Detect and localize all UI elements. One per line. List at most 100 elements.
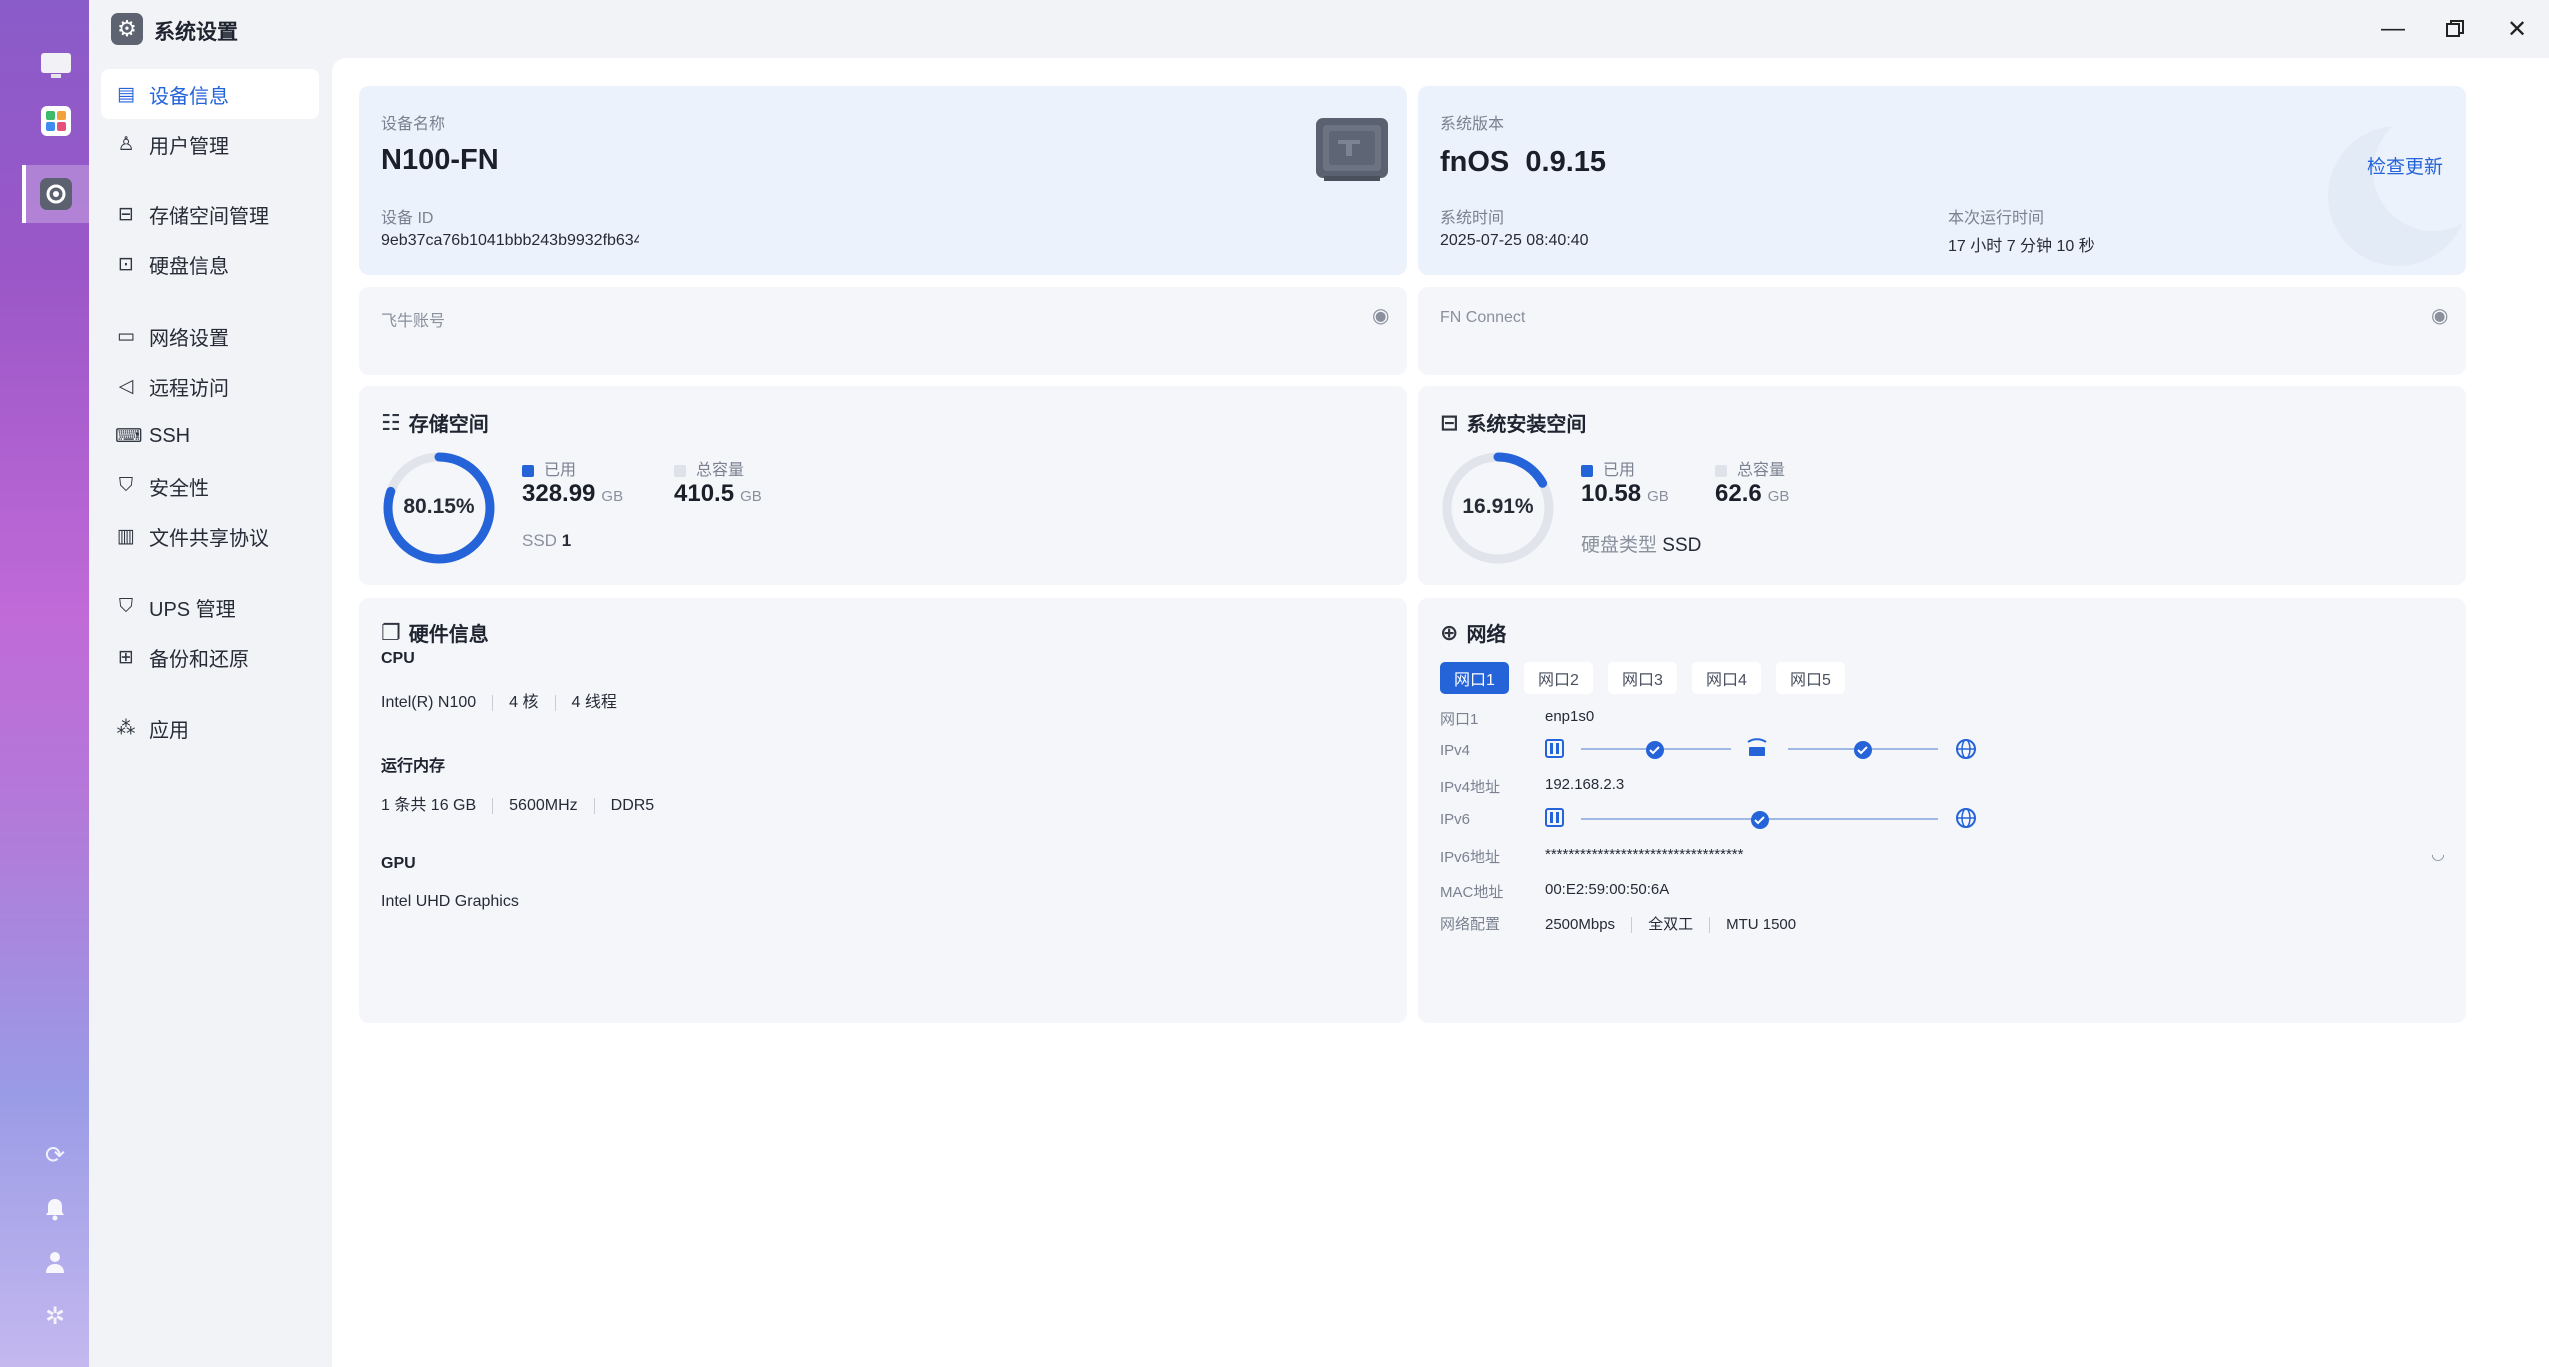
fn-connect-label: FN Connect	[1440, 309, 1526, 326]
sidebar-item-ups[interactable]: ⛉ UPS 管理	[101, 582, 319, 632]
monitor-app-icon[interactable]	[30, 40, 82, 92]
storage-title: ☷ 存储空间	[381, 408, 489, 437]
sidebar-item-storage[interactable]: ⊟ 存储空间管理	[101, 189, 319, 239]
send-icon: ◁	[118, 375, 134, 397]
storage-total: 410.5 GB	[674, 480, 762, 507]
ipv4-connection-diagram	[1545, 738, 1976, 759]
port-tabs: 网口1 网口2 网口3 网口4 网口5	[1440, 662, 1860, 694]
tab-port-3[interactable]: 网口3	[1608, 662, 1677, 694]
terminal-icon: ⌨	[115, 425, 143, 447]
close-button[interactable]: ✕	[2497, 12, 2537, 46]
port-label: 网口1	[1440, 711, 1479, 728]
storage-title-text: 存储空间	[408, 414, 489, 436]
ipv6-label: IPv6	[1440, 811, 1471, 828]
sidebar-item-file-sharing[interactable]: ▥ 文件共享协议	[101, 511, 319, 561]
tab-port-2[interactable]: 网口2	[1524, 662, 1593, 694]
sidebar-item-security[interactable]: ⛉ 安全性	[101, 461, 319, 511]
tab-port-5[interactable]: 网口5	[1776, 662, 1845, 694]
apps-grid-icon: ⁂	[116, 717, 136, 739]
sidebar-item-label: 设备信息	[149, 85, 229, 108]
app-center-icon[interactable]	[30, 95, 82, 147]
title-bar: ⚙ 系统设置 — ✕	[89, 0, 2549, 58]
sidebar-item-device-info[interactable]: ▤ 设备信息	[101, 69, 319, 119]
sidebar: ▤ 设备信息 ♙ 用户管理 ⊟ 存储空间管理 ⊡ 硬盘信息 ▭ 网络设置 ◁ 远…	[89, 58, 329, 1367]
sidebar-item-label: 应用	[149, 719, 189, 742]
used-legend: 已用	[522, 456, 576, 480]
gpu-model: Intel UHD Graphics	[381, 893, 519, 910]
cpu-label: CPU	[381, 650, 415, 667]
disk-icon: ⊟	[1440, 409, 1459, 435]
sidebar-item-network[interactable]: ▭ 网络设置	[101, 311, 319, 361]
ipv4-address: 192.168.2.3	[1545, 776, 1625, 793]
settings-app-icon[interactable]	[30, 168, 82, 220]
eye-closed-icon[interactable]: ◡	[2431, 844, 2445, 864]
ipv4-address-label: IPv4地址	[1440, 779, 1501, 796]
network-config: 2500Mbps 全双工 MTU 1500	[1545, 916, 1797, 934]
eye-icon[interactable]: ◉	[2431, 303, 2448, 328]
settings-window: ⚙ 系统设置 — ✕ ▤ 设备信息 ♙ 用户管理 ⊟ 存储空间管理 ⊡ 硬盘信息…	[89, 0, 2549, 1367]
system-time: 2025-07-25 08:40:40	[1440, 232, 1589, 249]
sidebar-item-label: UPS 管理	[149, 598, 236, 621]
hardware-card: ❐ 硬件信息 CPU Intel(R) N100 4 核4 线程 运行内存 1 条共…	[359, 598, 1407, 1023]
maximize-button[interactable]	[2435, 12, 2475, 46]
tab-port-1[interactable]: 网口1	[1440, 662, 1509, 694]
settings-app-icon: ⚙	[111, 13, 143, 45]
sidebar-item-label: 存储空间管理	[149, 205, 269, 228]
ipv6-connection-diagram	[1545, 808, 1976, 829]
memory-info: 1 条共 16 GB 5600MHz DDR5	[381, 797, 655, 814]
globe-icon: ⊕	[1440, 619, 1459, 645]
sync-icon[interactable]: ⟳	[40, 1140, 70, 1170]
desktop-dock: ⟳ ✲	[0, 0, 89, 1367]
sidebar-item-ssh[interactable]: ⌨ SSH	[101, 411, 319, 461]
sidebar-item-label: 远程访问	[149, 377, 229, 400]
sidebar-item-disks[interactable]: ⊡ 硬盘信息	[101, 239, 319, 289]
hardware-title-text: 硬件信息	[408, 624, 489, 646]
sidebar-item-remote[interactable]: ◁ 远程访问	[101, 361, 319, 411]
system-disk-title-text: 系统安装空间	[1466, 414, 1587, 436]
network-icon: ▭	[117, 325, 135, 347]
device-id: 9eb37ca76b1041bbb243b9932fb634	[381, 232, 639, 249]
fn-connect-card: FN Connect ◉	[1418, 287, 2466, 375]
bell-icon[interactable]	[40, 1194, 70, 1224]
system-disk-used: 10.58 GB	[1581, 480, 1669, 507]
sidebar-item-label: 备份和还原	[149, 648, 249, 671]
ipv6-address-label: IPv6地址	[1440, 849, 1501, 866]
sidebar-item-apps[interactable]: ⁂ 应用	[101, 703, 319, 753]
system-disk-total: 62.6 GB	[1715, 480, 1790, 507]
eye-icon[interactable]: ◉	[1372, 303, 1389, 328]
user-icon[interactable]	[40, 1247, 70, 1277]
disk-icon: ⊡	[118, 253, 134, 275]
sidebar-item-users[interactable]: ♙ 用户管理	[101, 119, 319, 169]
nas-device-icon	[1314, 116, 1390, 187]
feiniu-account-card: 飞牛账号 ◉	[359, 287, 1407, 375]
sidebar-item-backup[interactable]: ⊞ 备份和还原	[101, 632, 319, 682]
tab-port-4[interactable]: 网口4	[1692, 662, 1761, 694]
hardware-title: ❐ 硬件信息	[381, 618, 489, 647]
minimize-button[interactable]: —	[2373, 12, 2413, 46]
ups-icon: ⛉	[118, 596, 134, 617]
network-title-text: 网络	[1466, 624, 1507, 646]
gpu-label: GPU	[381, 855, 416, 872]
device-info-icon: ▤	[117, 83, 135, 105]
system-time-label: 系统时间	[1440, 210, 1505, 227]
storage-icon: ⊟	[118, 203, 134, 225]
sidebar-item-label: 网络设置	[149, 327, 229, 350]
backup-icon: ⊞	[118, 646, 134, 668]
storage-disk-count: SSD 1	[522, 531, 572, 550]
system-disk-percent: 16.91%	[1462, 495, 1534, 518]
sidebar-item-label: 文件共享协议	[149, 527, 269, 550]
sidebar-item-label: 安全性	[149, 477, 209, 500]
feiniu-account-label: 飞牛账号	[381, 313, 446, 330]
sidebar-item-label: 用户管理	[149, 135, 229, 158]
cpu-info: Intel(R) N100 4 核4 线程	[381, 694, 617, 711]
gear-icon[interactable]: ✲	[40, 1301, 70, 1331]
hardware-icon: ❐	[381, 619, 401, 645]
total-legend: 总容量	[674, 456, 744, 480]
uptime-label: 本次运行时间	[1948, 210, 2045, 227]
main-content: 设备名称 N100-FN 设备 ID 9eb37ca76b1041bbb243b…	[332, 58, 2549, 1367]
document-icon: ▥	[117, 525, 135, 547]
device-name-label: 设备名称	[381, 116, 446, 133]
check-update-link[interactable]: 检查更新	[2367, 152, 2443, 179]
moon-decoration-icon	[2328, 111, 2466, 266]
used-legend: 已用	[1581, 456, 1635, 480]
